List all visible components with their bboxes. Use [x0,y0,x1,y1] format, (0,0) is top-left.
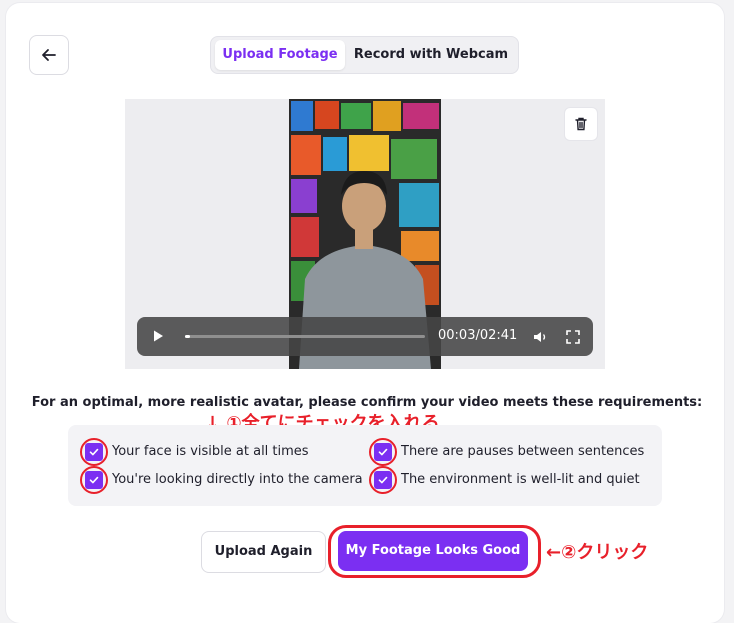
requirement-label: You're looking directly into the camera [112,472,363,487]
annotation-step2: ←②クリック [546,542,649,563]
progress-fill [185,335,190,338]
requirements-list [68,425,662,506]
checkmark-icon [378,448,388,456]
volume-icon[interactable] [533,330,549,344]
requirements-title: For an optimal, more realistic avatar, p… [31,395,703,410]
checkmark-icon [89,448,99,456]
arrow-left-icon [42,49,56,61]
checkbox-face-visible[interactable] [85,443,103,461]
source-tabs: Upload Footage Record with Webcam [210,36,519,74]
trash-icon [575,117,587,131]
back-button[interactable] [29,35,69,75]
checkmark-icon [89,476,99,484]
progress-bar[interactable] [185,335,425,338]
upload-again-button[interactable]: Upload Again [201,531,326,573]
checkbox-looking-camera[interactable] [85,471,103,489]
requirement-label: There are pauses between sentences [401,444,645,459]
tab-record-webcam[interactable]: Record with Webcam [351,40,511,70]
delete-video-button[interactable] [564,107,598,141]
tab-upload-footage[interactable]: Upload Footage [215,40,345,70]
requirement-label: Your face is visible at all times [112,444,309,459]
requirement-label: The environment is well-lit and quiet [401,472,640,487]
video-controls: 00:03/02:41 [137,317,593,356]
time-display: 00:03/02:41 [438,328,518,343]
fullscreen-icon[interactable] [566,330,580,344]
footage-looks-good-button[interactable]: My Footage Looks Good [338,531,528,571]
checkmark-icon [378,476,388,484]
checkbox-pauses[interactable] [374,443,392,461]
checkbox-well-lit[interactable] [374,471,392,489]
play-icon[interactable] [151,329,165,343]
